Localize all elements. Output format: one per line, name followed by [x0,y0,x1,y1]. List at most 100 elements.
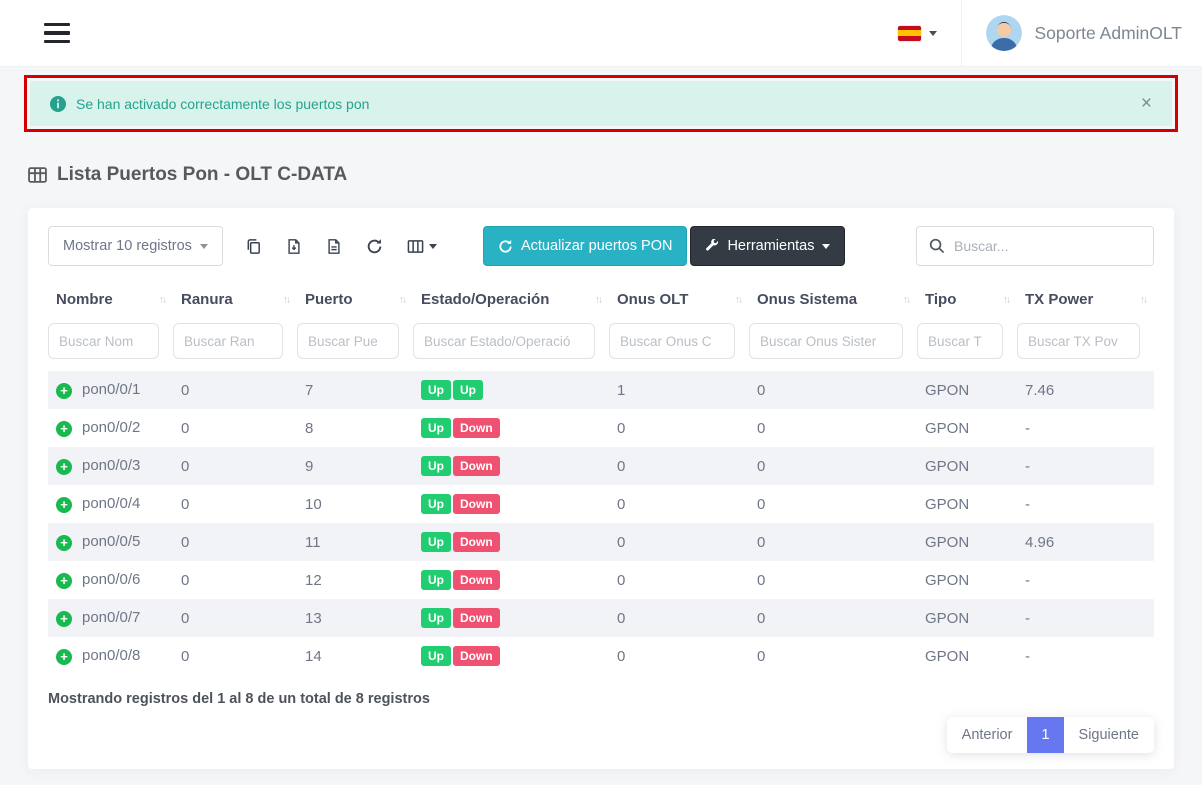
expand-row-button[interactable]: + [56,497,72,513]
port-name: pon0/0/5 [82,533,140,550]
pagination-next-button[interactable]: Siguiente [1064,717,1154,753]
file-export-icon [286,238,302,255]
cell-tipo: GPON [917,485,1017,523]
export-pdf-button[interactable] [322,234,346,259]
wrench-icon [705,239,719,253]
expand-row-button[interactable]: + [56,573,72,589]
pon-ports-card: Mostrar 10 registros [28,208,1174,769]
column-filter-input[interactable] [173,323,283,359]
operacion-badge: Down [453,608,500,628]
column-filter-input[interactable] [609,323,735,359]
table-row: +pon0/0/208UpDown00GPON- [48,409,1154,447]
operacion-badge: Up [453,380,483,400]
column-header-nombre[interactable]: Nombre ↑↓ [48,278,173,321]
alert-close-button[interactable]: × [1141,94,1152,113]
column-header-label: Nombre [56,291,113,308]
expand-row-button[interactable]: + [56,535,72,551]
table-filter-row [48,321,1154,371]
sort-icon[interactable]: ↑↓ [1140,294,1146,305]
filter-cell [609,321,749,371]
column-header-tx-power[interactable]: TX Power↑↓ [1017,278,1154,321]
cell-nombre: +pon0/0/4 [48,485,173,523]
cell-onus-olt: 0 [609,485,749,523]
column-visibility-button[interactable] [403,234,441,259]
sort-icon[interactable]: ↑↓ [735,294,741,305]
show-records-dropdown[interactable]: Mostrar 10 registros [48,226,223,266]
copy-button[interactable] [241,234,266,259]
top-navbar: Soporte AdminOLT [0,0,1202,67]
sidebar-toggle-button[interactable] [40,19,74,48]
cell-onus-olt: 1 [609,371,749,409]
refresh-icon [366,238,383,255]
port-name: pon0/0/7 [82,609,140,626]
column-filter-input[interactable] [48,323,159,359]
expand-row-button[interactable]: + [56,421,72,437]
filter-cell [917,321,1017,371]
column-header-onus-sistema[interactable]: Onus Sistema↑↓ [749,278,917,321]
tools-button-label: Herramientas [727,238,814,254]
filter-cell [1017,321,1154,371]
language-dropdown[interactable] [874,26,961,41]
page-heading: Lista Puertos Pon - OLT C-DATA [28,164,1174,186]
sort-icon[interactable]: ↑↓ [283,294,289,305]
cell-tipo: GPON [917,637,1017,675]
port-name: pon0/0/3 [82,457,140,474]
column-header-label: Puerto [305,291,353,308]
estado-badge: Up [421,570,451,590]
column-filter-input[interactable] [413,323,595,359]
column-header-ranura[interactable]: Ranura↑↓ [173,278,297,321]
sort-icon[interactable]: ↑↓ [595,294,601,305]
export-excel-button[interactable] [282,234,306,259]
navbar-right: Soporte AdminOLT [874,0,1182,66]
reload-table-button[interactable] [362,234,387,259]
tools-dropdown-button[interactable]: Herramientas [690,226,845,266]
operacion-badge: Down [453,532,500,552]
cell-onus-sistema: 0 [749,637,917,675]
column-filter-input[interactable] [917,323,1003,359]
cell-ranura: 0 [173,561,297,599]
column-filter-input[interactable] [1017,323,1140,359]
cell-tx-power: - [1017,447,1154,485]
user-avatar [986,15,1022,51]
filter-cell [413,321,609,371]
expand-row-button[interactable]: + [56,459,72,475]
expand-row-button[interactable]: + [56,383,72,399]
pagination-page-1-button[interactable]: 1 [1027,717,1063,753]
cell-nombre: + pon0/0/5 [48,523,173,561]
table-row: +pon0/0/8014UpDown00GPON- [48,637,1154,675]
column-header-label: Tipo [925,291,956,308]
sort-icon[interactable]: ↑↓ [903,294,909,305]
update-pon-ports-button[interactable]: Actualizar puertos PON [483,226,688,266]
column-header-estado-operaci-n[interactable]: Estado/Operación↑↓ [413,278,609,321]
expand-row-button[interactable]: + [56,649,72,665]
show-records-label: Mostrar 10 registros [63,238,192,254]
search-input[interactable] [954,238,1141,254]
sort-icon[interactable]: ↑↓ [159,294,165,305]
table-row: +pon0/0/309UpDown00GPON- [48,447,1154,485]
estado-badge: Up [421,532,451,552]
cell-nombre: +pon0/0/1 [48,371,173,409]
column-header-puerto[interactable]: Puerto ↑↓ [297,278,413,321]
operacion-badge: Down [453,646,500,666]
cell-onus-sistema: 0 [749,485,917,523]
cell-tipo: GPON [917,561,1017,599]
column-header-tipo[interactable]: Tipo ↑↓ [917,278,1017,321]
pagination-previous-button[interactable]: Anterior [947,717,1028,753]
column-filter-input[interactable] [749,323,903,359]
cell-ranura: 0 [173,599,297,637]
table-row: +pon0/0/6012UpDown00GPON- [48,561,1154,599]
pagination: Anterior 1 Siguiente [947,717,1154,753]
export-buttons-group [241,234,441,259]
cell-nombre: +pon0/0/6 [48,561,173,599]
column-header-onus-olt[interactable]: Onus OLT↑↓ [609,278,749,321]
column-filter-input[interactable] [297,323,399,359]
expand-row-button[interactable]: + [56,611,72,627]
sort-icon[interactable]: ↑↓ [399,294,405,305]
user-menu[interactable]: Soporte AdminOLT [961,0,1182,66]
cell-onus-olt: 0 [609,637,749,675]
cell-estado-operacion: UpDown [413,599,609,637]
table-row: +pon0/0/107UpUp10GPON7.46 [48,371,1154,409]
cell-tipo: GPON [917,371,1017,409]
sort-icon[interactable]: ↑↓ [1003,294,1009,305]
highlight-annotation-box: Se han activado correctamente los puerto… [24,75,1178,132]
